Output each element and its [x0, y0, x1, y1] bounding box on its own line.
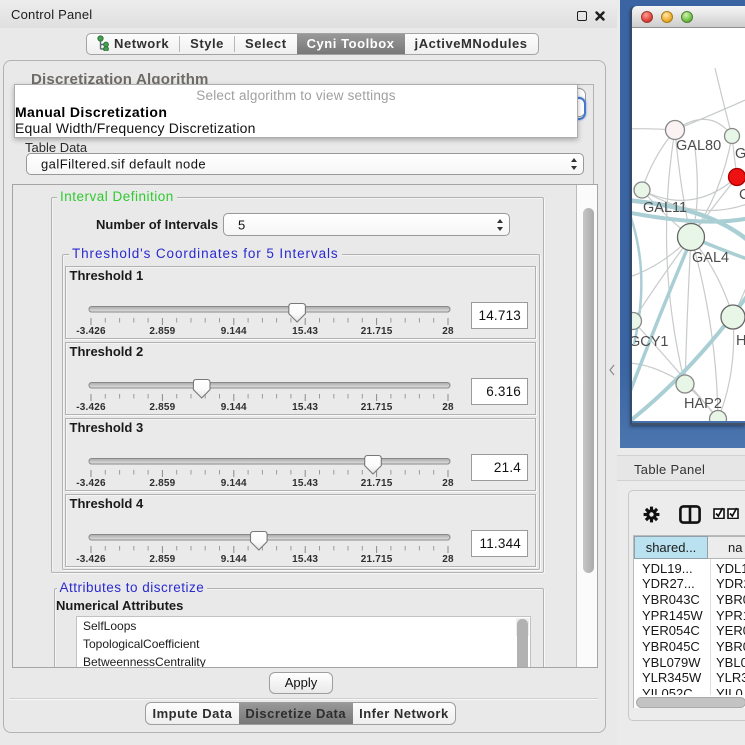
svg-text:GAL80: GAL80 — [676, 138, 721, 154]
svg-text:GAL11: GAL11 — [643, 200, 687, 216]
svg-text:CY: CY — [739, 187, 745, 203]
svg-text:GAL4: GAL4 — [692, 250, 729, 266]
svg-text:GCY1: GCY1 — [632, 334, 669, 350]
svg-text:GAL1: GAL1 — [735, 146, 745, 162]
svg-text:HAP2: HAP2 — [684, 396, 722, 412]
svg-text:HI: HI — [736, 333, 745, 349]
